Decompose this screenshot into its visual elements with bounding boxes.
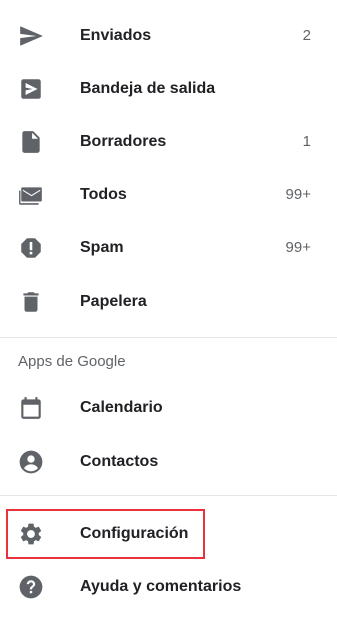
all-mail-icon — [18, 182, 44, 208]
drawer-item-spam[interactable]: Spam 99+ — [0, 221, 337, 274]
drawer-item-all-mail[interactable]: Todos 99+ — [0, 168, 337, 221]
drawer-item-drafts[interactable]: Borradores 1 — [0, 115, 337, 168]
drawer-item-count: 99+ — [285, 239, 311, 256]
drawer-item-label: Bandeja de salida — [80, 79, 216, 97]
drawer-item-label: Ayuda y comentarios — [80, 577, 242, 595]
send-icon — [18, 23, 44, 49]
drawer-item-settings[interactable]: Configuración — [0, 507, 337, 560]
drawer-item-label: Contactos — [80, 452, 159, 470]
trash-icon — [18, 289, 44, 315]
help-icon — [18, 574, 44, 600]
drawer-item-label: Configuración — [80, 524, 189, 542]
drawer-item-count: 1 — [302, 133, 311, 150]
drawer-item-label: Calendario — [80, 398, 163, 416]
drawer-item-calendar[interactable]: Calendario — [0, 381, 337, 434]
gear-icon — [18, 521, 44, 547]
draft-icon — [18, 129, 44, 155]
drawer-item-label: Enviados — [80, 26, 152, 44]
section-divider — [0, 495, 337, 496]
drawer-item-sent[interactable]: Enviados 2 — [0, 9, 337, 62]
drawer-item-label: Todos — [80, 185, 127, 203]
section-header-google-apps: Apps de Google — [18, 353, 126, 370]
drawer-item-outbox[interactable]: Bandeja de salida — [0, 62, 337, 115]
calendar-icon — [18, 395, 44, 421]
navigation-drawer: Enviados 2 Bandeja de salida Borradores … — [0, 0, 337, 620]
drawer-item-count: 99+ — [285, 186, 311, 203]
drawer-item-help[interactable]: Ayuda y comentarios — [0, 560, 337, 613]
drawer-item-count: 2 — [302, 27, 311, 44]
drawer-item-contacts[interactable]: Contactos — [0, 435, 337, 488]
contacts-icon — [18, 449, 44, 475]
drawer-item-label: Spam — [80, 238, 124, 256]
drawer-item-label: Borradores — [80, 132, 167, 150]
spam-icon — [18, 235, 44, 261]
outbox-icon — [18, 76, 44, 102]
section-divider — [0, 337, 337, 338]
drawer-item-label: Papelera — [80, 292, 147, 310]
drawer-item-trash[interactable]: Papelera — [0, 275, 337, 328]
